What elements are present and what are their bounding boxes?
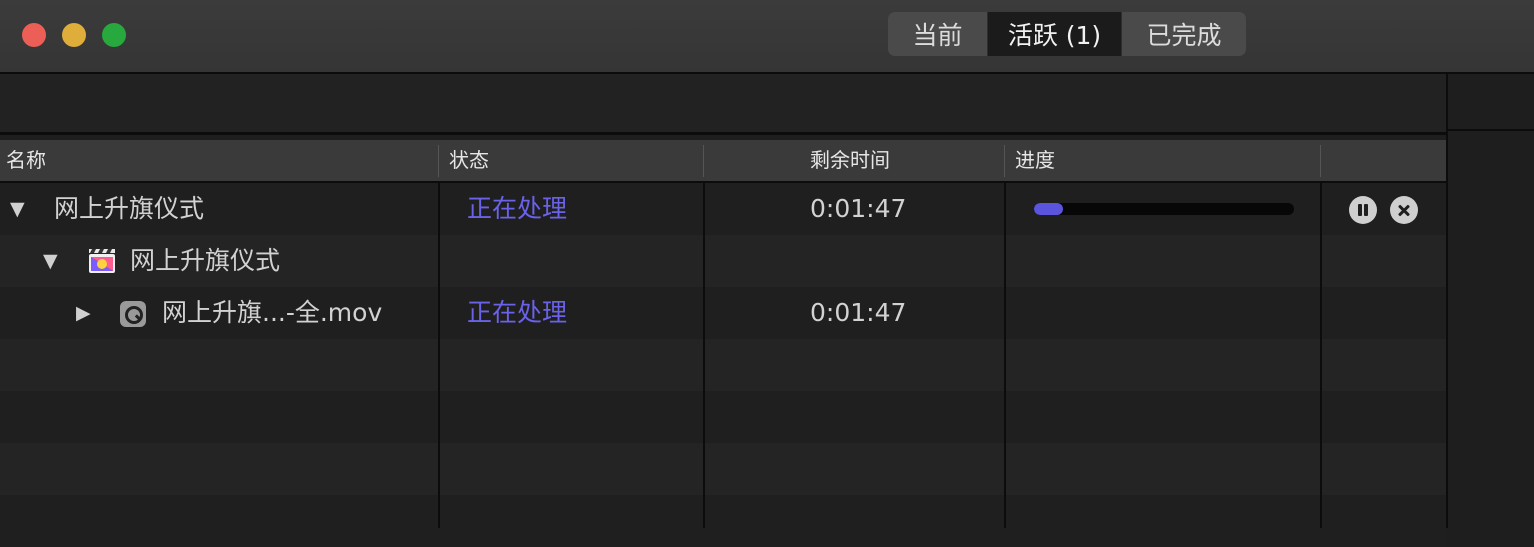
close-window-button[interactable] [22,23,46,47]
job-time-remaining: 0:01:47 [810,194,907,223]
tab-current[interactable]: 当前 [888,12,988,56]
quicktime-movie-icon [120,301,146,327]
title-bar: 当前 活跃 (1) 已完成 [0,0,1534,74]
table-row-empty [0,495,1446,547]
column-divider [438,145,439,177]
pause-icon[interactable] [1349,196,1377,224]
table-row[interactable]: ▼ 网上升旗仪式 [0,235,1446,287]
job-name: 网上升旗...-全.mov [162,298,383,327]
column-divider [703,183,705,528]
table-row-empty [0,443,1446,495]
table-body: ▼ 网上升旗仪式 正在处理 0:01:47 ▼ 网上升旗仪式 ▶ 网上升旗...… [0,183,1446,547]
divider [1448,129,1534,131]
jobs-table: 名称 状态 剩余时间 进度 ▼ 网上升旗仪式 正在处理 0:01:47 ▼ 网上… [0,135,1446,547]
final-cut-pro-icon [89,249,115,273]
column-divider [1320,183,1322,528]
column-divider [1320,145,1321,177]
job-status: 正在处理 [467,194,568,223]
table-row-empty [0,339,1446,391]
job-name: 网上升旗仪式 [54,194,205,223]
disclosure-collapsed-icon[interactable]: ▶ [76,287,91,339]
table-row[interactable]: ▶ 网上升旗...-全.mov 正在处理 0:01:47 [0,287,1446,339]
right-panel [1446,74,1534,528]
progress-fill [1034,203,1063,215]
column-divider [1004,183,1006,528]
disclosure-expanded-icon[interactable]: ▼ [43,235,58,287]
column-divider [703,145,704,177]
table-row[interactable]: ▼ 网上升旗仪式 正在处理 0:01:47 [0,183,1446,235]
disclosure-expanded-icon[interactable]: ▼ [10,183,25,235]
table-row-empty [0,391,1446,443]
cancel-icon[interactable] [1390,196,1418,224]
zoom-window-button[interactable] [102,23,126,47]
column-divider [1004,145,1005,177]
toolbar-area [0,74,1446,135]
job-progress-bar [1034,203,1294,215]
job-name: 网上升旗仪式 [130,246,281,275]
tab-active[interactable]: 活跃 (1) [988,12,1122,56]
table-header: 名称 状态 剩余时间 进度 [0,140,1446,183]
view-segmented-control: 当前 活跃 (1) 已完成 [888,12,1246,56]
column-header-status[interactable]: 状态 [449,140,489,181]
column-header-progress[interactable]: 进度 [1015,140,1055,181]
tab-completed[interactable]: 已完成 [1122,12,1246,56]
job-status: 正在处理 [467,298,568,327]
job-time-remaining: 0:01:47 [810,298,907,327]
column-divider [438,183,440,528]
column-header-time-remaining[interactable]: 剩余时间 [810,140,890,181]
minimize-window-button[interactable] [62,23,86,47]
column-header-name[interactable]: 名称 [6,140,46,181]
